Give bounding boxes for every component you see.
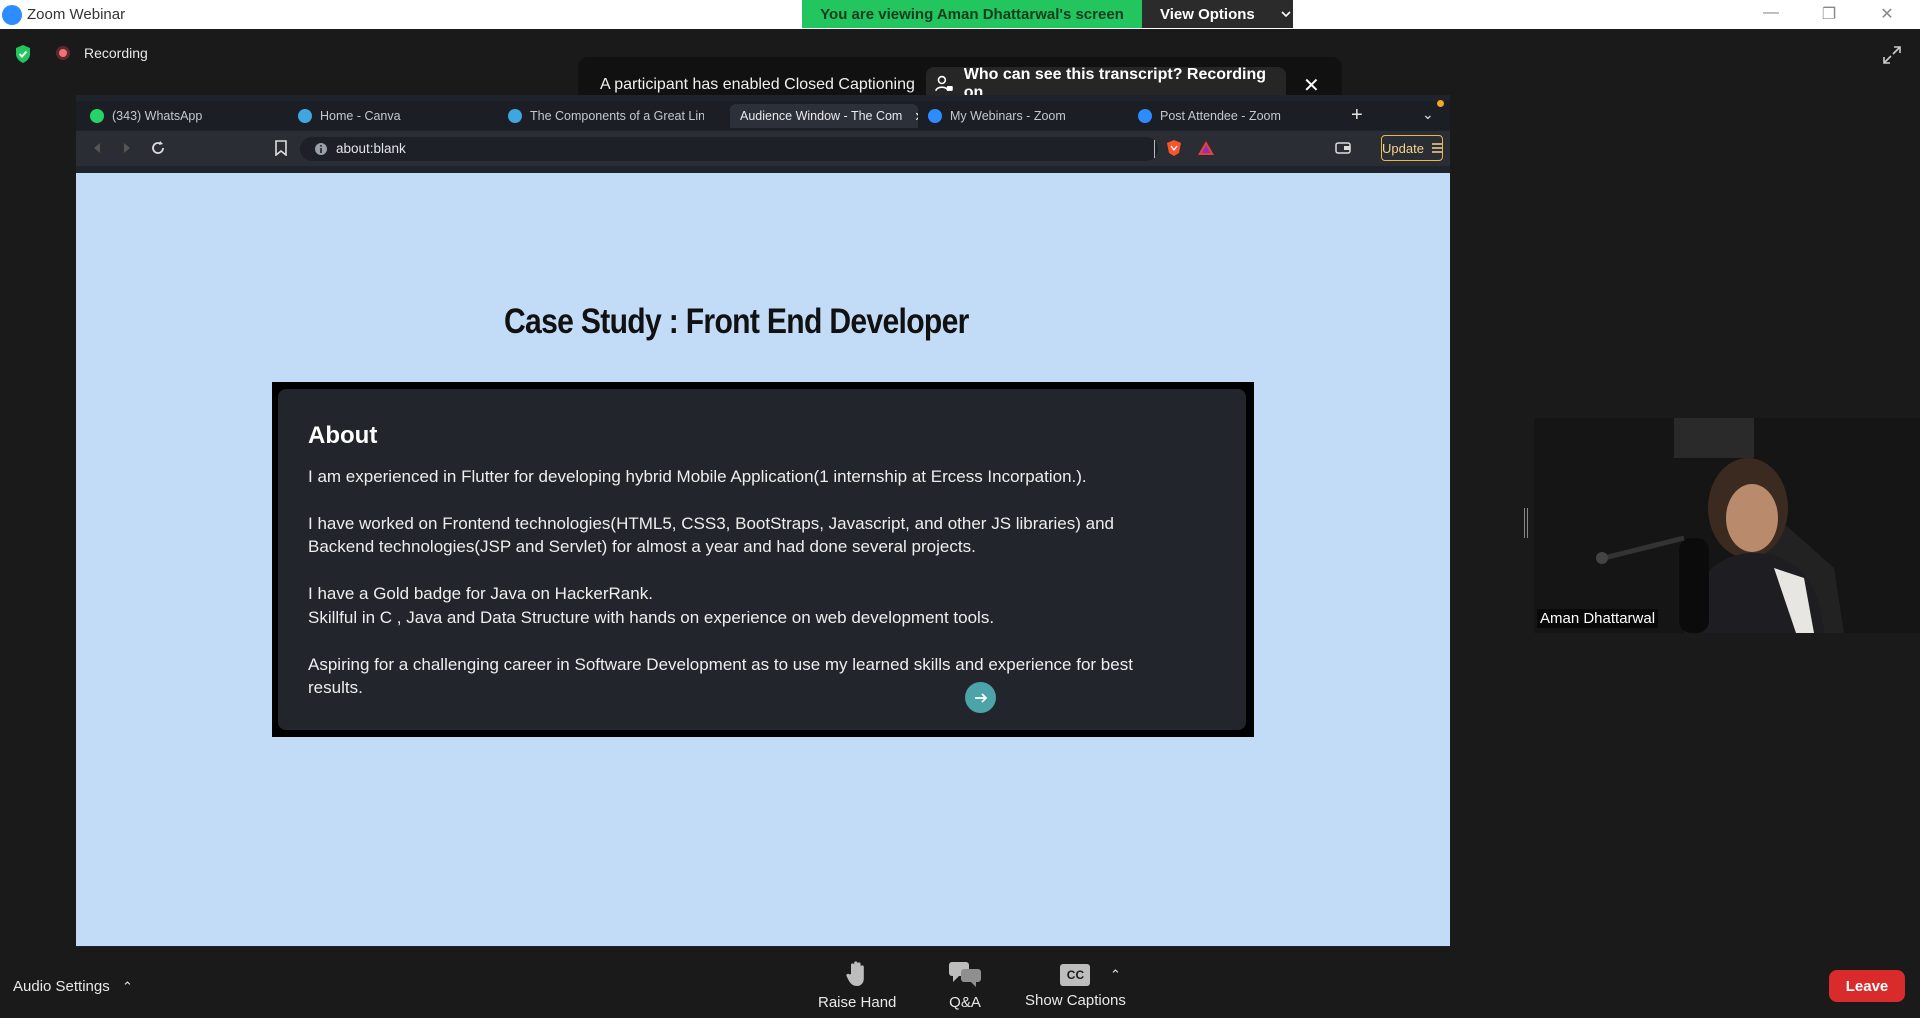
about-title: About bbox=[308, 422, 378, 449]
fullscreen-icon[interactable] bbox=[1882, 45, 1902, 65]
closed-captions-icon: CC bbox=[1060, 964, 1091, 986]
arrow-right-icon bbox=[974, 692, 987, 703]
browser-tab-canva[interactable]: Home - Canva bbox=[288, 104, 493, 128]
chevron-down-icon bbox=[1281, 11, 1291, 18]
chevron-up-icon[interactable]: ⌃ bbox=[1110, 967, 1121, 983]
browser-tab-components[interactable]: The Components of a Great Link bbox=[498, 104, 704, 128]
toolbar-divider bbox=[1154, 140, 1155, 158]
screen-share-banner: You are viewing Aman Dhattarwal's screen… bbox=[802, 0, 1293, 28]
raise-hand-button[interactable]: Raise Hand bbox=[818, 960, 896, 1011]
update-label: Update bbox=[1382, 140, 1424, 156]
canva-icon bbox=[508, 109, 522, 123]
about-line: I am experienced in Flutter for developi… bbox=[308, 467, 1087, 486]
window-title: Zoom Webinar bbox=[27, 6, 126, 23]
raise-hand-label: Raise Hand bbox=[818, 994, 897, 1011]
chevron-up-icon[interactable]: ⌃ bbox=[122, 979, 133, 995]
leave-button[interactable]: Leave bbox=[1829, 970, 1905, 1002]
view-options-button[interactable]: View Options bbox=[1142, 0, 1293, 28]
audio-settings-button[interactable]: Audio Settings bbox=[13, 978, 110, 995]
brave-rewards-icon[interactable] bbox=[1197, 140, 1215, 156]
security-shield-icon[interactable] bbox=[14, 44, 32, 64]
about-line: Backend technologies(JSP and Servlet) fo… bbox=[308, 537, 976, 556]
person-lock-icon bbox=[935, 75, 953, 92]
minimize-button[interactable]: — bbox=[1760, 4, 1782, 24]
tab-label: Post Attendee - Zoom bbox=[1160, 109, 1281, 123]
hand-icon bbox=[846, 961, 864, 986]
reload-icon[interactable] bbox=[150, 140, 166, 156]
info-icon[interactable] bbox=[314, 142, 328, 156]
panel-resize-handle[interactable] bbox=[1524, 508, 1528, 538]
recording-label: Recording bbox=[84, 45, 148, 61]
bookmark-icon[interactable] bbox=[274, 140, 288, 156]
qa-bubbles-icon bbox=[949, 962, 981, 987]
about-line: Aspiring for a challenging career in Sof… bbox=[308, 655, 1133, 674]
qa-label: Q&A bbox=[949, 994, 981, 1011]
notification-dot bbox=[1437, 100, 1444, 107]
recording-dot-icon bbox=[56, 46, 70, 60]
tab-label: My Webinars - Zoom bbox=[950, 109, 1066, 123]
new-tab-button[interactable]: + bbox=[1351, 104, 1363, 127]
address-text: about:blank bbox=[336, 141, 406, 156]
participant-video[interactable] bbox=[1534, 418, 1920, 633]
next-arrow-button[interactable] bbox=[965, 682, 996, 713]
wallet-icon[interactable] bbox=[1335, 141, 1351, 155]
forward-icon[interactable] bbox=[120, 141, 134, 155]
tab-search-button[interactable]: ⌄ bbox=[1422, 106, 1434, 123]
about-line: Skillful in C , Java and Data Structure … bbox=[308, 608, 995, 627]
zoom-icon bbox=[1138, 109, 1152, 123]
whatsapp-icon bbox=[90, 109, 104, 123]
brave-shield-icon[interactable] bbox=[1166, 139, 1182, 157]
page-title: Case Study : Front End Developer bbox=[504, 302, 969, 341]
tab-label: Audience Window - The Com bbox=[740, 109, 903, 123]
browser-tab-my-webinars[interactable]: My Webinars - Zoom bbox=[918, 104, 1118, 128]
canva-icon bbox=[298, 109, 312, 123]
zoom-logo-icon bbox=[2, 5, 22, 25]
back-icon[interactable] bbox=[90, 141, 104, 155]
tab-label: The Components of a Great Link bbox=[530, 109, 704, 123]
qa-button[interactable]: Q&A bbox=[948, 960, 982, 1011]
update-browser-button[interactable]: Update bbox=[1381, 135, 1443, 161]
browser-tab-audience-window[interactable]: Audience Window - The Com ✕ bbox=[730, 104, 918, 128]
show-captions-label: Show Captions bbox=[1025, 992, 1126, 1009]
about-line: results. bbox=[308, 678, 363, 697]
browser-tab-post-attendee[interactable]: Post Attendee - Zoom bbox=[1128, 104, 1328, 128]
share-banner-text: You are viewing Aman Dhattarwal's screen bbox=[802, 0, 1142, 28]
tab-label: Home - Canva bbox=[320, 109, 401, 123]
close-window-button[interactable]: ✕ bbox=[1876, 4, 1898, 24]
participant-name-label: Aman Dhattarwal bbox=[1537, 609, 1659, 628]
about-line: I have worked on Frontend technologies(H… bbox=[308, 514, 1115, 533]
view-options-label: View Options bbox=[1160, 5, 1255, 23]
captioning-message: A participant has enabled Closed Caption… bbox=[600, 76, 915, 93]
menu-icon bbox=[1431, 143, 1442, 153]
about-line: I have a Gold badge for Java on HackerRa… bbox=[308, 584, 653, 603]
zoom-icon bbox=[928, 109, 942, 123]
browser-tab-whatsapp[interactable]: (343) WhatsApp bbox=[80, 104, 280, 128]
tab-label: (343) WhatsApp bbox=[112, 109, 203, 123]
participant-video-feed bbox=[1534, 418, 1920, 633]
about-card bbox=[278, 389, 1246, 730]
address-bar[interactable] bbox=[300, 137, 1158, 161]
restore-button[interactable]: ❐ bbox=[1818, 4, 1840, 24]
